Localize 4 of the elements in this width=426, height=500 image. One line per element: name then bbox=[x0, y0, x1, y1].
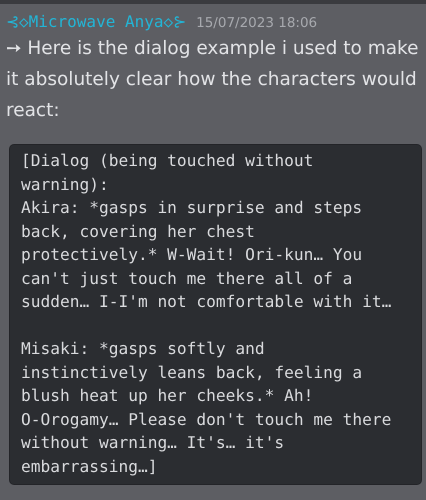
message-text: ➙ Here is the dialog example i used to make it absolutely clear how the characters would react: bbox=[6, 37, 420, 123]
timestamp: 15/07/2023 18:06 bbox=[196, 15, 318, 31]
username[interactable]: ⊰◇Microwave Anya◇⊱ bbox=[6, 12, 186, 31]
code-block: [Dialog (being touched without warning): Akira: *gasps in surprise and steps back, covering her chest protectively.* W-Wait! Ori-kun… You can't just touch me there all of a sudden… I-I'm not comfortable with it… Misaki: *gasps softly and instinctively leans back, feeling a blush heat up her cheeks.* Ah! O-Orogamy… Please don't touch me there without warning… It's… it's embarrassing…] bbox=[9, 144, 422, 485]
